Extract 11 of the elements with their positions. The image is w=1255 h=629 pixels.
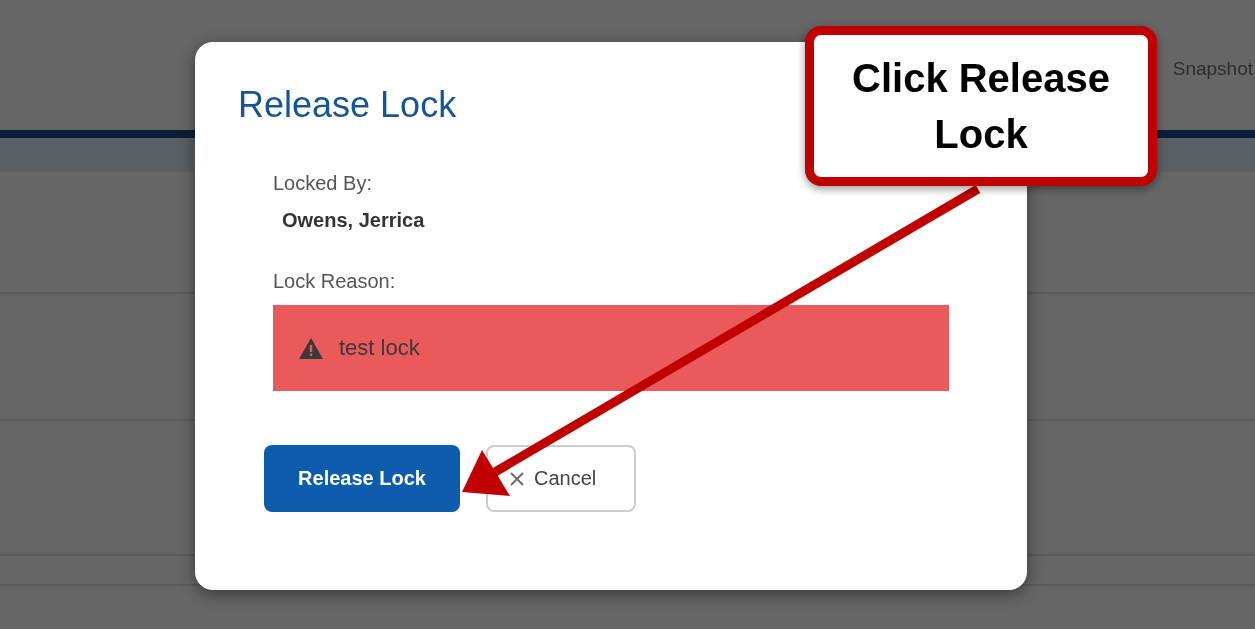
dialog-title: Release Lock — [238, 84, 458, 126]
lock-reason-text: test lock — [339, 335, 420, 361]
warning-icon — [299, 337, 323, 359]
callout-box: Click Release Lock — [805, 26, 1157, 186]
header-text: Snapshot — [1172, 58, 1253, 80]
cancel-button[interactable]: Cancel — [486, 445, 636, 512]
locked-by-label: Locked By: — [273, 172, 373, 195]
lock-reason-label: Lock Reason: — [273, 270, 397, 293]
locked-by-value: Owens, Jerrica — [282, 209, 426, 232]
release-lock-button[interactable]: Release Lock — [264, 445, 460, 512]
close-icon — [510, 471, 524, 486]
